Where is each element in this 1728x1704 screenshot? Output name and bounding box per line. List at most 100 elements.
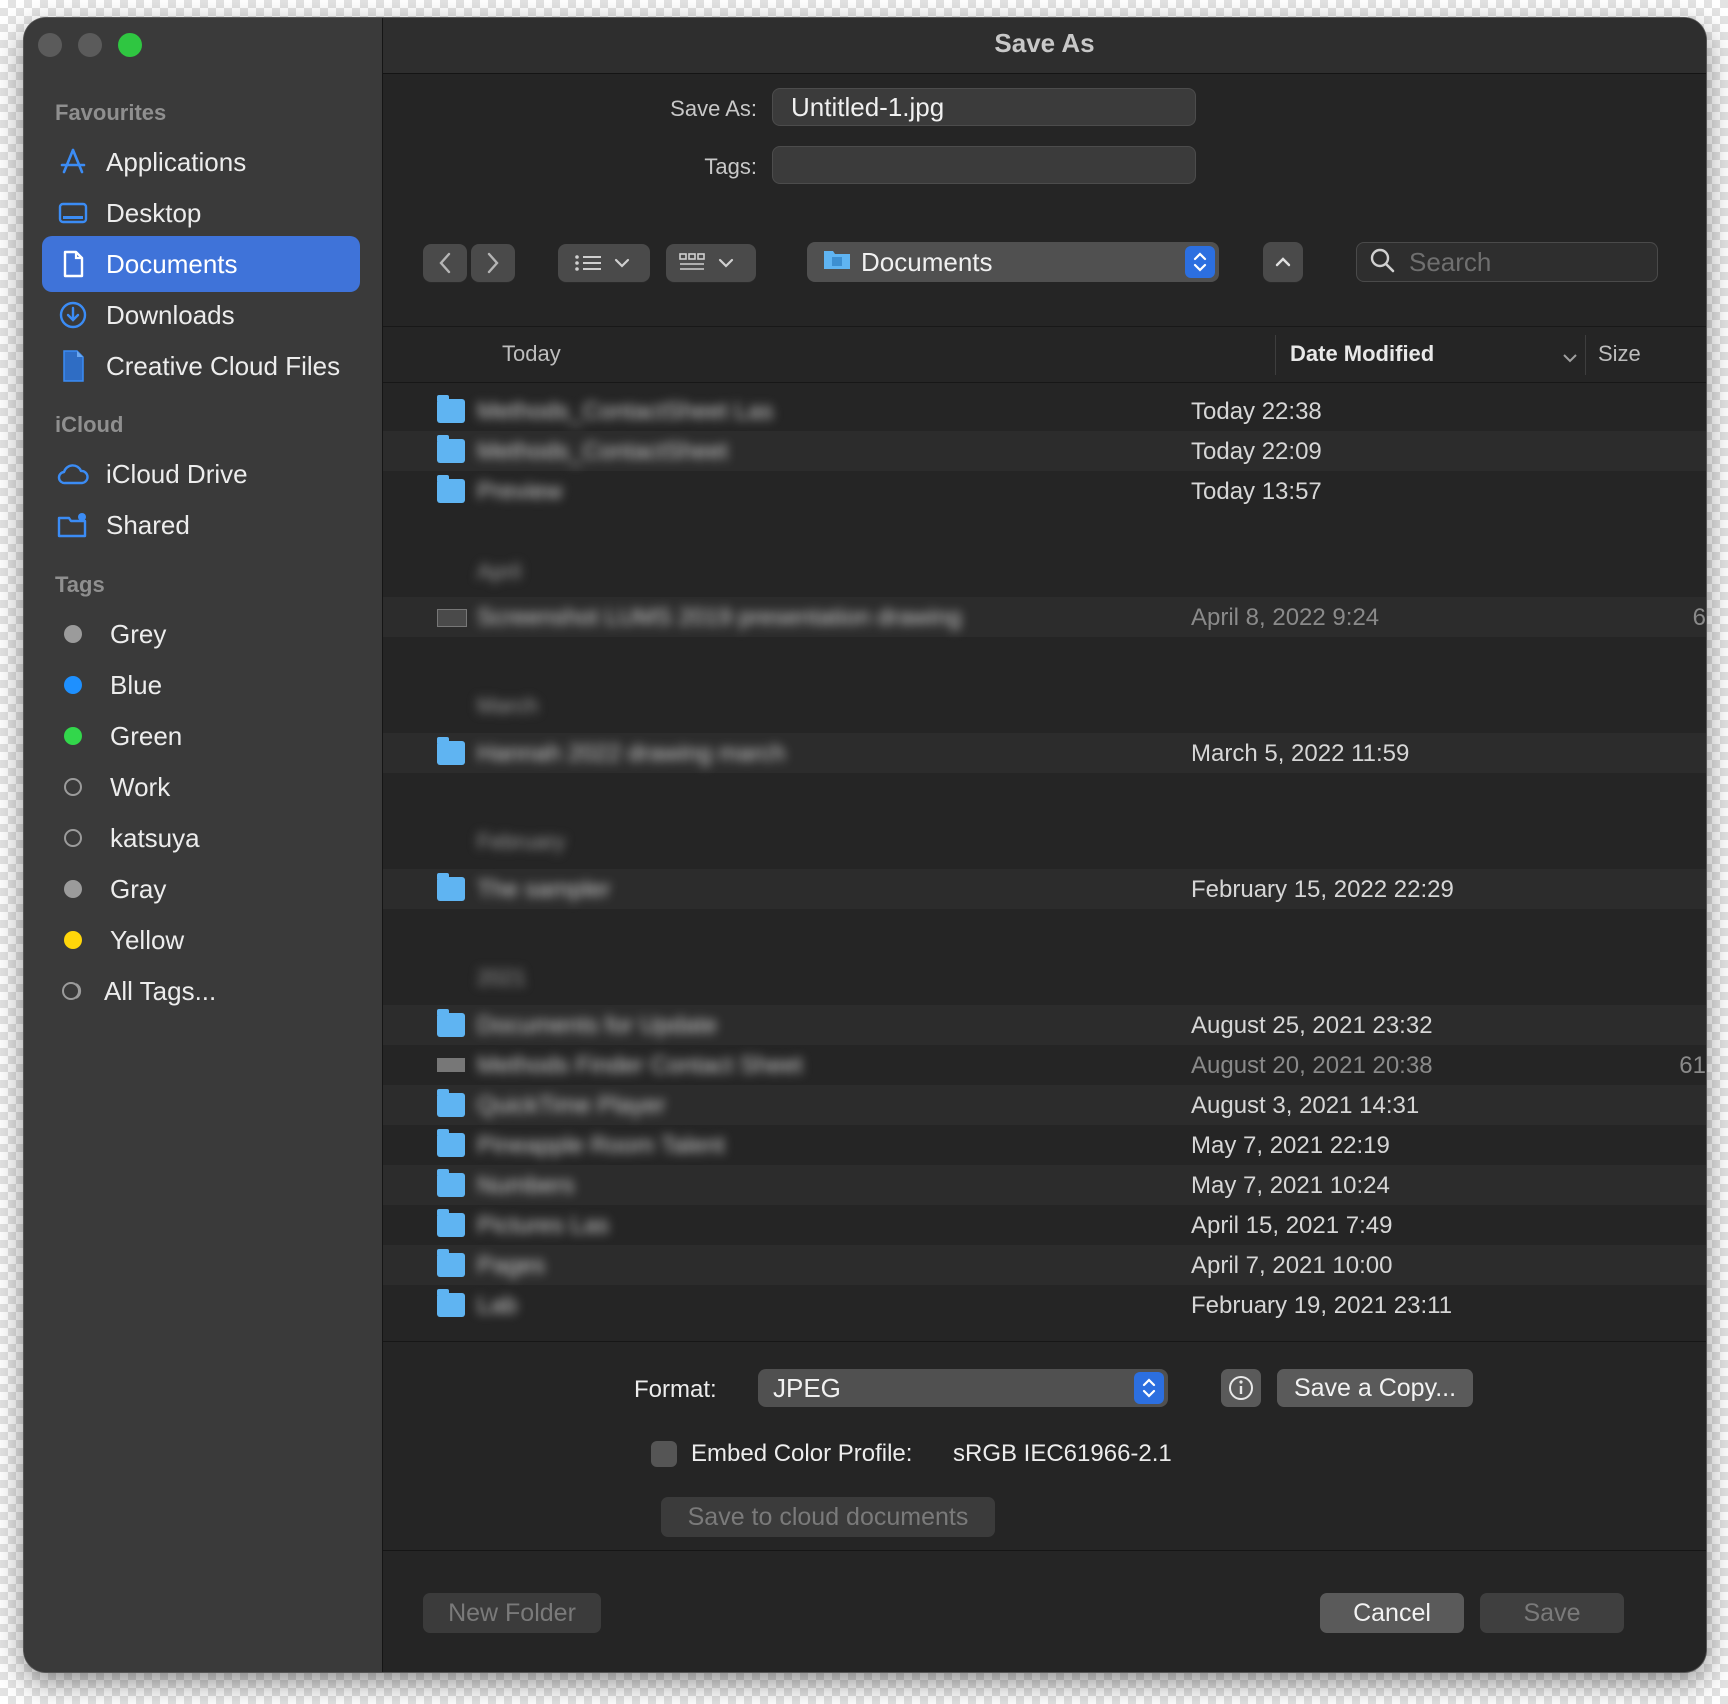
folder-icon <box>437 873 465 901</box>
sidebar-tag-green[interactable]: Green <box>42 708 360 764</box>
column-divider[interactable] <box>1585 335 1586 375</box>
numbers-app-icon <box>437 1169 465 1197</box>
list-item[interactable]: Pages April 7, 2021 10:00 <box>383 1245 1706 1285</box>
embed-color-profile-label: Embed Color Profile: <box>691 1440 913 1467</box>
zoom-button[interactable] <box>118 33 142 57</box>
sidebar-item-shared[interactable]: Shared <box>42 497 360 553</box>
footer-divider <box>383 1550 1706 1551</box>
list-view-button[interactable] <box>558 244 650 282</box>
sidebar-item-downloads[interactable]: Downloads <box>42 287 360 343</box>
sidebar-tag-gray[interactable]: Gray <box>42 861 360 917</box>
tag-dot-icon <box>64 778 82 796</box>
image-file-icon <box>437 1058 465 1072</box>
group-label: March <box>477 693 539 718</box>
pages-app-icon <box>437 1249 465 1277</box>
group-label: February <box>477 829 566 854</box>
close-button[interactable] <box>38 33 62 57</box>
column-header-date-modified[interactable]: Date Modified <box>1290 341 1434 367</box>
save-as-input[interactable] <box>772 88 1196 126</box>
list-header: Today Date Modified Size <box>383 327 1706 383</box>
column-divider[interactable] <box>1275 335 1276 375</box>
downloads-icon <box>56 298 90 332</box>
chevron-up-icon <box>1275 257 1291 267</box>
sidebar-item-creative-cloud-files[interactable]: Creative Cloud Files <box>42 338 360 394</box>
group-label: 2021 <box>477 965 526 990</box>
sidebar-tag-yellow[interactable]: Yellow <box>42 912 360 968</box>
list-item[interactable]: Pineapple Room Talent May 7, 2021 22:19 <box>383 1125 1706 1165</box>
save-to-cloud-button[interactable]: Save to cloud documents <box>661 1497 995 1537</box>
group-label: April <box>477 559 522 584</box>
list-item[interactable]: Screenshot LUMS 2019 presentation drawin… <box>383 597 1706 637</box>
quicktime-app-icon <box>437 1089 465 1117</box>
window-title: Save As <box>383 18 1706 74</box>
minimize-button[interactable] <box>78 33 102 57</box>
tag-dot-icon <box>64 931 82 949</box>
save-button[interactable]: Save <box>1480 1593 1624 1633</box>
sidebar-tag-katsuya[interactable]: katsuya <box>42 810 360 866</box>
list-item[interactable]: The sampler February 15, 2022 22:29 <box>383 869 1706 909</box>
sidebar-item-label: Documents <box>106 248 238 279</box>
sidebar: Favourites Applications Desktop Document… <box>24 18 383 1672</box>
sidebar-item-desktop[interactable]: Desktop <box>42 185 360 241</box>
preview-app-icon <box>437 475 465 503</box>
column-header-group[interactable]: Today <box>502 341 561 367</box>
shared-folder-icon <box>56 508 90 542</box>
list-item[interactable]: Preview Today 13:57 <box>383 471 1706 511</box>
sidebar-item-documents[interactable]: Documents <box>42 236 360 292</box>
icloud-header: iCloud <box>55 412 124 437</box>
search-input[interactable] <box>1407 245 1631 279</box>
list-item[interactable]: Documents for Update August 25, 2021 23:… <box>383 1005 1706 1045</box>
file-icon <box>56 349 90 383</box>
tag-dot-icon <box>64 880 82 898</box>
chevron-left-icon <box>439 252 451 274</box>
gallery-view-button[interactable] <box>666 244 756 282</box>
sidebar-tag-grey[interactable]: Grey <box>42 606 360 662</box>
sidebar-item-icloud-drive[interactable]: iCloud Drive <box>42 446 360 502</box>
search-field[interactable] <box>1356 242 1658 282</box>
forward-button[interactable] <box>471 244 515 282</box>
save-as-dialog: Favourites Applications Desktop Document… <box>24 18 1706 1672</box>
column-header-size[interactable]: Size <box>1598 341 1641 367</box>
tags-input[interactable] <box>772 146 1196 184</box>
list-item[interactable]: Hannah 2022 drawing march March 5, 2022 … <box>383 733 1706 773</box>
sidebar-item-label: All Tags... <box>104 975 217 1006</box>
sidebar-tag-all-tags[interactable]: All Tags... <box>42 963 360 1019</box>
list-item[interactable]: Lab February 19, 2021 23:11 <box>383 1285 1706 1325</box>
list-item[interactable]: Methods_ContactSheet Las Today 22:38 <box>383 391 1706 431</box>
format-popup[interactable]: JPEG <box>758 1369 1168 1407</box>
back-button[interactable] <box>423 244 467 282</box>
sidebar-item-label: Grey <box>110 618 167 649</box>
info-button[interactable] <box>1221 1369 1261 1407</box>
list-item[interactable]: Pictures Las April 15, 2021 7:49 <box>383 1205 1706 1245</box>
save-as-label: Save As: <box>670 96 757 121</box>
folder-icon <box>437 1129 465 1157</box>
folder-icon <box>437 737 465 765</box>
sort-chevron-icon <box>1561 345 1579 371</box>
list-item[interactable]: Methods Finder Contact Sheet August 20, … <box>383 1045 1706 1085</box>
tag-dot-icon <box>64 625 82 643</box>
tags-label: Tags: <box>704 154 757 179</box>
file-list[interactable]: Today Date Modified Size Methods_Contact… <box>383 326 1706 1342</box>
parent-folder-button[interactable] <box>1263 242 1303 282</box>
sidebar-item-label: Blue <box>110 669 163 700</box>
new-folder-button[interactable]: New Folder <box>423 1593 601 1633</box>
list-item[interactable]: QuickTime Player August 3, 2021 14:31 <box>383 1085 1706 1125</box>
location-popup[interactable]: Documents <box>807 242 1219 282</box>
cancel-button[interactable]: Cancel <box>1320 1593 1464 1633</box>
save-a-copy-button[interactable]: Save a Copy... <box>1277 1369 1473 1407</box>
folder-icon <box>437 1289 465 1317</box>
sidebar-item-label: Shared <box>106 509 190 540</box>
embed-color-profile-checkbox[interactable] <box>651 1441 677 1467</box>
sidebar-tag-blue[interactable]: Blue <box>42 657 360 713</box>
list-view-icon <box>575 255 630 271</box>
list-item[interactable]: Methods_ContactSheet Today 22:09 <box>383 431 1706 471</box>
favourites-header: Favourites <box>55 100 167 125</box>
info-icon <box>1229 1376 1253 1400</box>
window-controls <box>38 33 142 57</box>
tag-dot-icon <box>64 727 82 745</box>
sidebar-tag-work[interactable]: Work <box>42 759 360 815</box>
list-item[interactable]: Numbers May 7, 2021 10:24 <box>383 1165 1706 1205</box>
sidebar-item-applications[interactable]: Applications <box>42 134 360 190</box>
folder-icon <box>437 1209 465 1237</box>
tag-dot-icon <box>64 676 82 694</box>
